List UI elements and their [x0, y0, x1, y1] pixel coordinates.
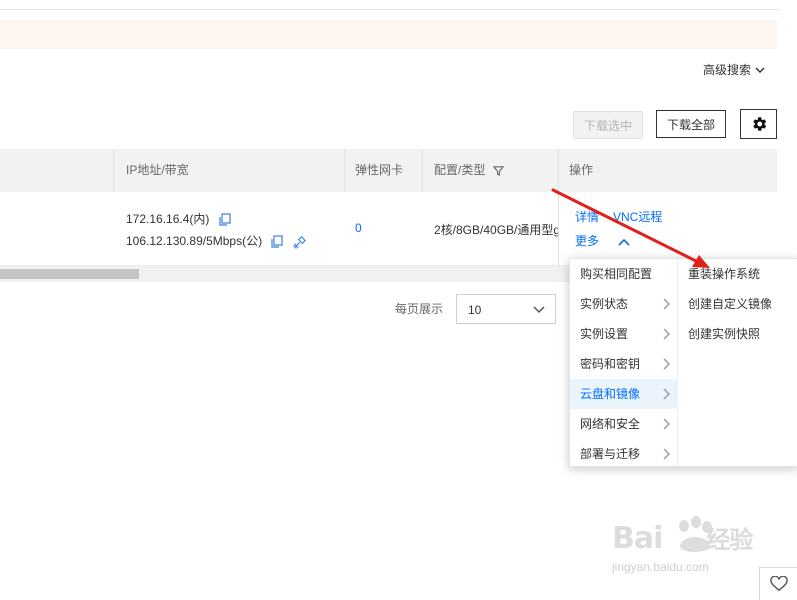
menu-item-network-security[interactable]: 网络和安全: [570, 409, 678, 439]
favorite-button[interactable]: [759, 567, 797, 600]
menu-item-label: 购买相同配置: [580, 267, 653, 281]
menu-item-instance-settings[interactable]: 实例设置: [570, 319, 678, 349]
baidu-jingyan-watermark: Bai 经验 jingyan.baidu.com: [612, 516, 782, 580]
copy-icon[interactable]: [219, 213, 231, 226]
chevron-right-icon: [663, 358, 670, 370]
menu-categories: 购买相同配置 实例状态 实例设置 密码和密钥 云盘和镜像 网络和安全 部署与迁移: [570, 259, 678, 466]
chevron-right-icon: [663, 418, 670, 430]
menu-item-disks-images[interactable]: 云盘和镜像: [570, 379, 678, 409]
copy-icon[interactable]: [271, 235, 284, 248]
more-actions-menu: 购买相同配置 实例状态 实例设置 密码和密钥 云盘和镜像 网络和安全 部署与迁移…: [569, 258, 797, 467]
public-ip: 106.12.130.89/5Mbps(公): [126, 234, 263, 248]
menu-item-label: 实例设置: [580, 327, 629, 341]
scrollbar-thumb[interactable]: [0, 269, 139, 279]
elastic-nic-count[interactable]: 0: [355, 221, 362, 235]
column-divider: [344, 149, 345, 192]
public-ip-cell: 106.12.130.89/5Mbps(公): [126, 232, 308, 249]
advanced-search-toggle[interactable]: 高级搜索: [703, 61, 765, 78]
advanced-search-label: 高级搜索: [703, 63, 752, 77]
header-ip-bandwidth: IP地址/带宽: [126, 163, 189, 177]
header-operations: 操作: [569, 163, 594, 177]
chevron-right-icon: [663, 448, 670, 460]
menu-item-label: 实例状态: [580, 297, 629, 311]
chevron-right-icon: [663, 328, 670, 340]
menu-item-password-keys[interactable]: 密码和密钥: [570, 349, 678, 379]
heart-icon: [769, 576, 788, 592]
more-dropdown[interactable]: 更多: [575, 232, 630, 249]
submenu-create-snapshot[interactable]: 创建实例快照: [688, 319, 760, 349]
chevron-right-icon: [663, 298, 670, 310]
menu-item-deploy-migrate[interactable]: 部署与迁移: [570, 439, 678, 469]
header-config-type-label: 配置/类型: [434, 163, 486, 177]
per-page-select[interactable]: 10: [456, 294, 556, 324]
gear-icon: [752, 117, 766, 131]
private-ip: 172.16.16.4(内): [126, 212, 210, 226]
chevron-right-icon: [663, 388, 670, 400]
satellite-icon[interactable]: [293, 234, 308, 249]
watermark-site: jingyan.baidu.com: [612, 560, 709, 574]
table-header: IP地址/带宽 弹性网卡 配置/类型 操作: [0, 149, 777, 192]
menu-item-label: 部署与迁移: [580, 447, 641, 461]
submenu-create-custom-image[interactable]: 创建自定义镜像: [688, 289, 772, 319]
download-selected-button[interactable]: 下载选中: [573, 111, 643, 139]
chevron-down-icon: [755, 66, 765, 73]
operations-column-divider: [558, 149, 559, 266]
submenu-reinstall-os[interactable]: 重装操作系统: [688, 259, 760, 289]
column-divider: [113, 149, 114, 192]
watermark-brand: Bai 经验: [612, 521, 753, 556]
per-page-value: 10: [468, 303, 482, 317]
chevron-down-icon: [533, 306, 545, 314]
menu-item-label: 云盘和镜像: [580, 387, 641, 401]
chevron-up-icon: [618, 238, 630, 246]
private-ip-cell: 172.16.16.4(内): [126, 210, 231, 227]
config-type-value: 2核/8GB/40GB/通用型g: [434, 223, 558, 237]
per-page-label: 每页展示: [395, 302, 444, 316]
download-all-button[interactable]: 下载全部: [656, 110, 726, 138]
settings-button[interactable]: [740, 109, 777, 139]
menu-item-instance-status[interactable]: 实例状态: [570, 289, 678, 319]
filter-icon[interactable]: [492, 165, 504, 177]
details-link[interactable]: 详情: [575, 208, 599, 225]
column-divider: [422, 149, 423, 192]
vnc-remote-link[interactable]: VNC远程: [613, 208, 662, 225]
menu-item-label: 网络和安全: [580, 417, 641, 431]
menu-item-buy-same-config[interactable]: 购买相同配置: [570, 259, 678, 289]
menu-item-label: 密码和密钥: [580, 357, 641, 371]
top-divider: [0, 9, 779, 10]
header-config-type: 配置/类型: [434, 149, 504, 192]
header-elastic-nic: 弹性网卡: [355, 163, 404, 177]
notice-bar: [0, 20, 777, 49]
more-label: 更多: [575, 234, 600, 248]
table-row: 172.16.16.4(内) 106.12.130.89/5Mbps(公) 0 …: [0, 192, 777, 266]
